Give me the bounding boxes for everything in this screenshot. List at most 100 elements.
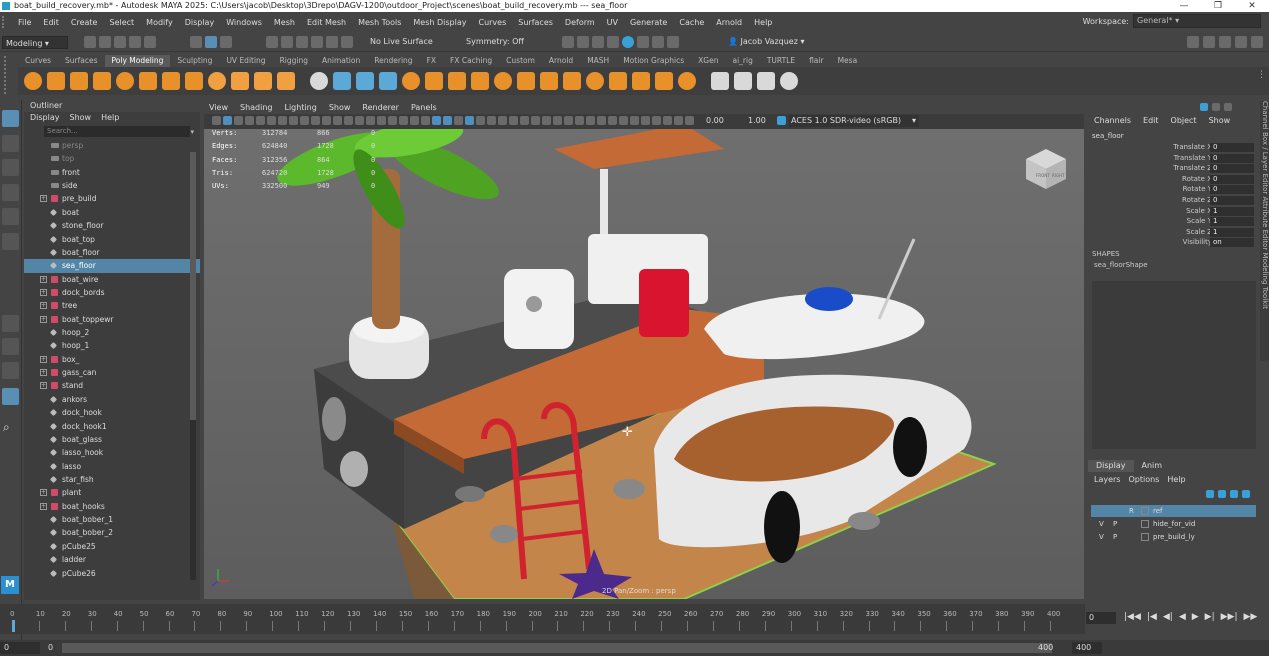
shelf-tab-poly-modeling[interactable]: Poly Modeling	[104, 55, 171, 67]
viewport-toolbar-icon[interactable]	[663, 116, 672, 125]
outliner-scrollbar[interactable]	[190, 152, 196, 580]
four-pane-layout-icon[interactable]	[2, 338, 19, 355]
outliner-item-sea-floor[interactable]: sea_floor	[24, 259, 200, 273]
viewport-toolbar-icon[interactable]	[421, 116, 430, 125]
outliner-item-pre-build[interactable]: + pre_build	[24, 192, 200, 205]
shelf-tab-motion-graphics[interactable]: Motion Graphics	[616, 55, 691, 67]
viewport-toolbar-icon[interactable]	[223, 116, 232, 125]
search-icon[interactable]: ⌕	[3, 420, 10, 435]
viewport-toolbar-icon[interactable]	[641, 116, 650, 125]
snap-view-plane-icon[interactable]	[311, 36, 323, 48]
shelf-tab-mash[interactable]: MASH	[580, 55, 616, 67]
viewport-toolbar-icon[interactable]	[432, 116, 441, 125]
viewport-toolbar-icon[interactable]	[355, 116, 364, 125]
move-layer-up-icon[interactable]	[1206, 490, 1214, 498]
shelf-tool-icon[interactable]	[586, 72, 604, 90]
options-menu[interactable]: Options	[1128, 475, 1159, 484]
shelf-tool-icon[interactable]	[24, 72, 42, 90]
outliner-menu-help[interactable]: Help	[101, 112, 119, 124]
redo-icon[interactable]	[144, 36, 156, 48]
menu-edit-mesh[interactable]: Edit Mesh	[301, 18, 352, 27]
viewport-toolbar-icon[interactable]	[322, 116, 331, 125]
channel-row-translate-x[interactable]: Translate X0	[1088, 143, 1258, 154]
viewport-toolbar-icon[interactable]	[564, 116, 573, 125]
viewport-toolbar-icon[interactable]	[597, 116, 606, 125]
range-start-field[interactable]: 0	[0, 642, 40, 654]
channel-value-field[interactable]: 0	[1210, 164, 1254, 174]
shelf-tab-curves[interactable]: Curves	[18, 55, 58, 67]
arnold-render-icon[interactable]	[637, 36, 649, 48]
outliner-item-plant[interactable]: + plant	[24, 486, 200, 499]
perspective-viewport[interactable]: Verts: 312784 866 0 Edges: 624840 1728 0 Faces: 3…	[204, 129, 1084, 599]
shelf-tab-surfaces[interactable]: Surfaces	[58, 55, 104, 67]
layer-color-swatch[interactable]	[1141, 520, 1149, 528]
outliner-item-front[interactable]: front	[24, 166, 200, 179]
playhead[interactable]	[12, 620, 15, 632]
outliner-search-input[interactable]: Search...	[44, 126, 190, 137]
shelf-tool-icon[interactable]	[655, 72, 673, 90]
layer-visibility-toggle[interactable]: V	[1099, 518, 1104, 530]
expand-toggle-icon[interactable]: +	[40, 195, 47, 203]
viewport-toolbar-icon[interactable]	[454, 116, 463, 125]
outliner-item-lasso-hook[interactable]: lasso_hook	[24, 446, 200, 459]
outliner-item-stone-floor[interactable]: stone_floor	[24, 219, 200, 232]
shelf-tool-icon[interactable]	[231, 72, 249, 90]
paint-select-tool-icon[interactable]	[2, 159, 19, 176]
minimize-button[interactable]: —	[1167, 0, 1201, 12]
expand-toggle-icon[interactable]: +	[40, 369, 47, 377]
viewport-toolbar-icon[interactable]	[575, 116, 584, 125]
shelf-tool-icon[interactable]	[471, 72, 489, 90]
menu-file[interactable]: File	[12, 18, 37, 27]
outliner-item-pcube26[interactable]: pCube26	[24, 567, 200, 580]
snap-live-icon[interactable]	[341, 36, 353, 48]
shelf-tool-icon[interactable]	[563, 72, 581, 90]
layer-playback-toggle[interactable]: P	[1113, 518, 1117, 530]
menu-windows[interactable]: Windows	[220, 18, 268, 27]
menu-arnold[interactable]: Arnold	[710, 18, 748, 27]
shelf-tab-sculpting[interactable]: Sculpting	[170, 55, 219, 67]
channel-value-field[interactable]: 0	[1210, 196, 1254, 205]
shelf-tool-icon[interactable]	[734, 72, 752, 90]
layers-menu[interactable]: Layers	[1094, 475, 1120, 484]
outliner-item-stand[interactable]: + stand	[24, 379, 200, 392]
menu-help[interactable]: Help	[748, 18, 778, 27]
shelf-tool-icon[interactable]	[780, 72, 798, 90]
viewport-toolbar-icon[interactable]	[630, 116, 639, 125]
step-back-key-button[interactable]: |◀	[1147, 612, 1157, 622]
shelf-tool-icon[interactable]	[70, 72, 88, 90]
viewport-toolbar-icon[interactable]	[344, 116, 353, 125]
viewport-toolbar-icon[interactable]	[586, 116, 595, 125]
rotate-tool-icon[interactable]	[2, 208, 19, 225]
shelf-tool-icon[interactable]	[609, 72, 627, 90]
play-forward-button[interactable]: ▶	[1192, 612, 1199, 622]
symmetry-dropdown[interactable]: Symmetry: Off	[466, 36, 524, 48]
render-current-icon[interactable]	[577, 36, 589, 48]
new-layer-icon[interactable]	[1230, 490, 1238, 498]
object-menu[interactable]: Object	[1171, 116, 1197, 125]
shelf-tool-icon[interactable]	[711, 72, 729, 90]
outliner-menu-show[interactable]: Show	[70, 112, 92, 124]
viewport-menu-panels[interactable]: Panels	[411, 101, 437, 114]
viewport-toolbar-icon[interactable]	[498, 116, 507, 125]
viewport-toolbar-icon[interactable]	[443, 116, 452, 125]
snap-surface-icon[interactable]	[326, 36, 338, 48]
play-backward-button[interactable]: ◀	[1179, 612, 1186, 622]
shelf-tool-icon[interactable]	[356, 72, 374, 90]
menu-select[interactable]: Select	[103, 18, 140, 27]
viewport-menu-view[interactable]: View	[209, 101, 228, 114]
edit-menu[interactable]: Edit	[1143, 116, 1159, 125]
outliner-menu-display[interactable]: Display	[30, 112, 60, 124]
shelf-tool-icon[interactable]	[425, 72, 443, 90]
outliner-item-dock-bords[interactable]: + dock_bords	[24, 286, 200, 299]
new-scene-icon[interactable]	[84, 36, 96, 48]
outliner-item-gass-can[interactable]: + gass_can	[24, 366, 200, 379]
layer-visibility-toggle[interactable]: V	[1099, 531, 1104, 543]
layer-reference-toggle[interactable]: R	[1129, 505, 1134, 517]
shelf-tool-icon[interactable]	[93, 72, 111, 90]
shelf-tool-icon[interactable]	[254, 72, 272, 90]
viewport-toolbar-icon[interactable]	[652, 116, 661, 125]
expand-toggle-icon[interactable]: +	[40, 288, 47, 296]
search-options-icon[interactable]: ▾	[190, 128, 194, 136]
shelf-tab-animation[interactable]: Animation	[315, 55, 367, 67]
layer-color-swatch[interactable]	[1141, 533, 1149, 541]
